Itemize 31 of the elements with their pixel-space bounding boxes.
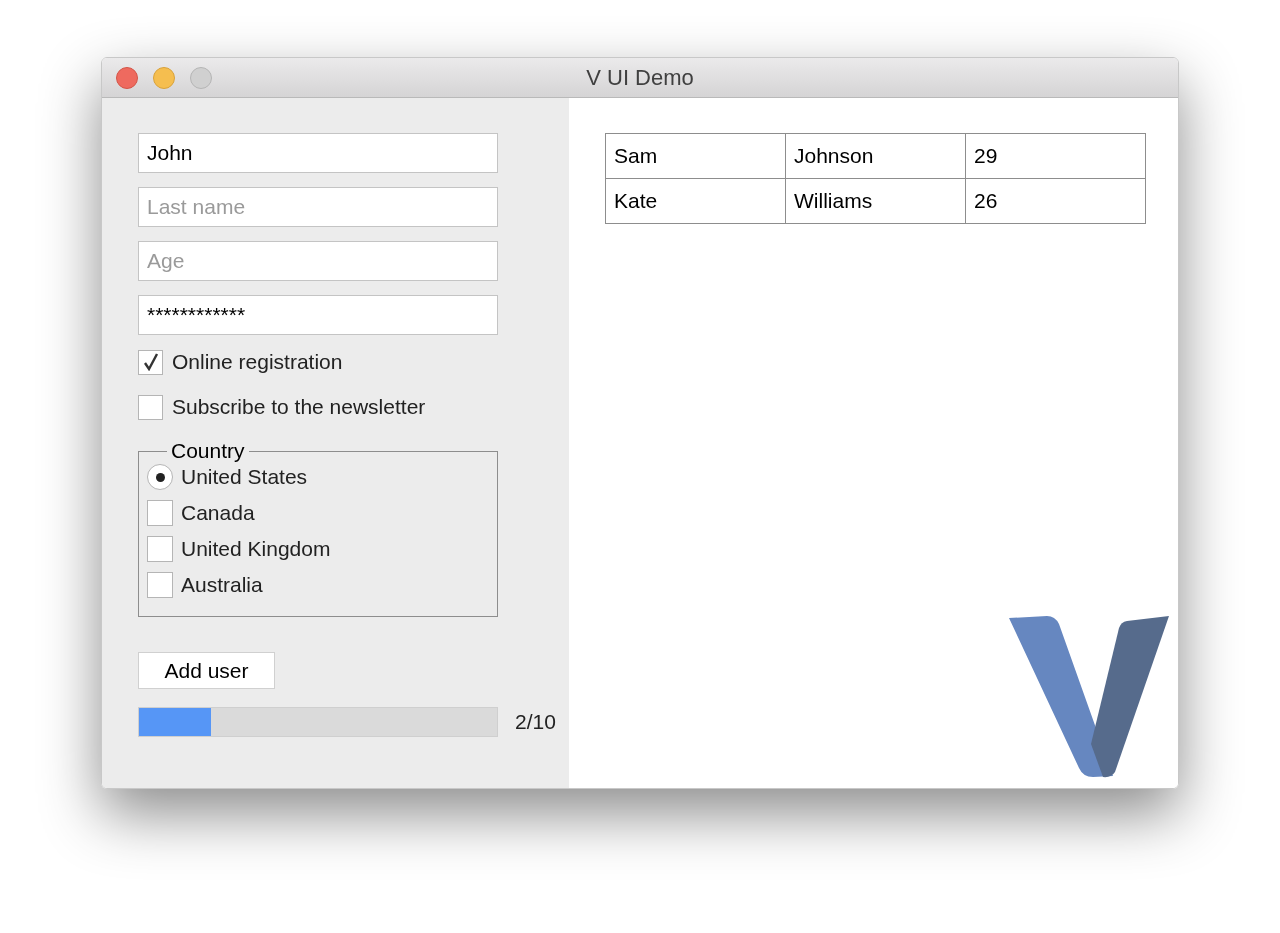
option-label: Australia [181,572,263,598]
window-title: V UI Demo [586,64,694,92]
checkmark-icon [142,353,159,371]
minimize-button[interactable] [153,66,175,89]
radio-button[interactable] [147,464,173,490]
table-cell: Johnson [785,133,966,179]
zoom-button[interactable] [190,66,212,89]
option-box[interactable] [147,572,173,598]
option-box[interactable] [147,536,173,562]
table-cell: 26 [965,178,1146,224]
option-label: United States [181,464,308,490]
checkbox[interactable] [138,349,163,375]
table-cell: 29 [965,133,1146,179]
table-cell: Sam [605,133,786,179]
checkbox-label: Online registration [172,349,343,375]
option-label: United Kingdom [181,536,331,562]
option-label: Canada [181,500,255,526]
close-button[interactable] [116,66,138,89]
text-field[interactable]: Age [138,241,498,281]
add-user-button[interactable]: Add user [138,652,275,689]
checkbox-label: Subscribe to the newsletter [172,394,426,420]
checkbox[interactable] [138,394,163,420]
table-cell: Kate [605,178,786,224]
v-logo-icon [1007,616,1171,778]
option-box[interactable] [147,500,173,526]
group-legend: Country [167,438,249,464]
text-field[interactable]: ************ [138,295,498,335]
text-field[interactable]: John [138,133,498,173]
text-field[interactable]: Last name [138,187,498,227]
table-cell: Williams [785,178,966,224]
progress-reading: 2/10 [515,709,556,735]
